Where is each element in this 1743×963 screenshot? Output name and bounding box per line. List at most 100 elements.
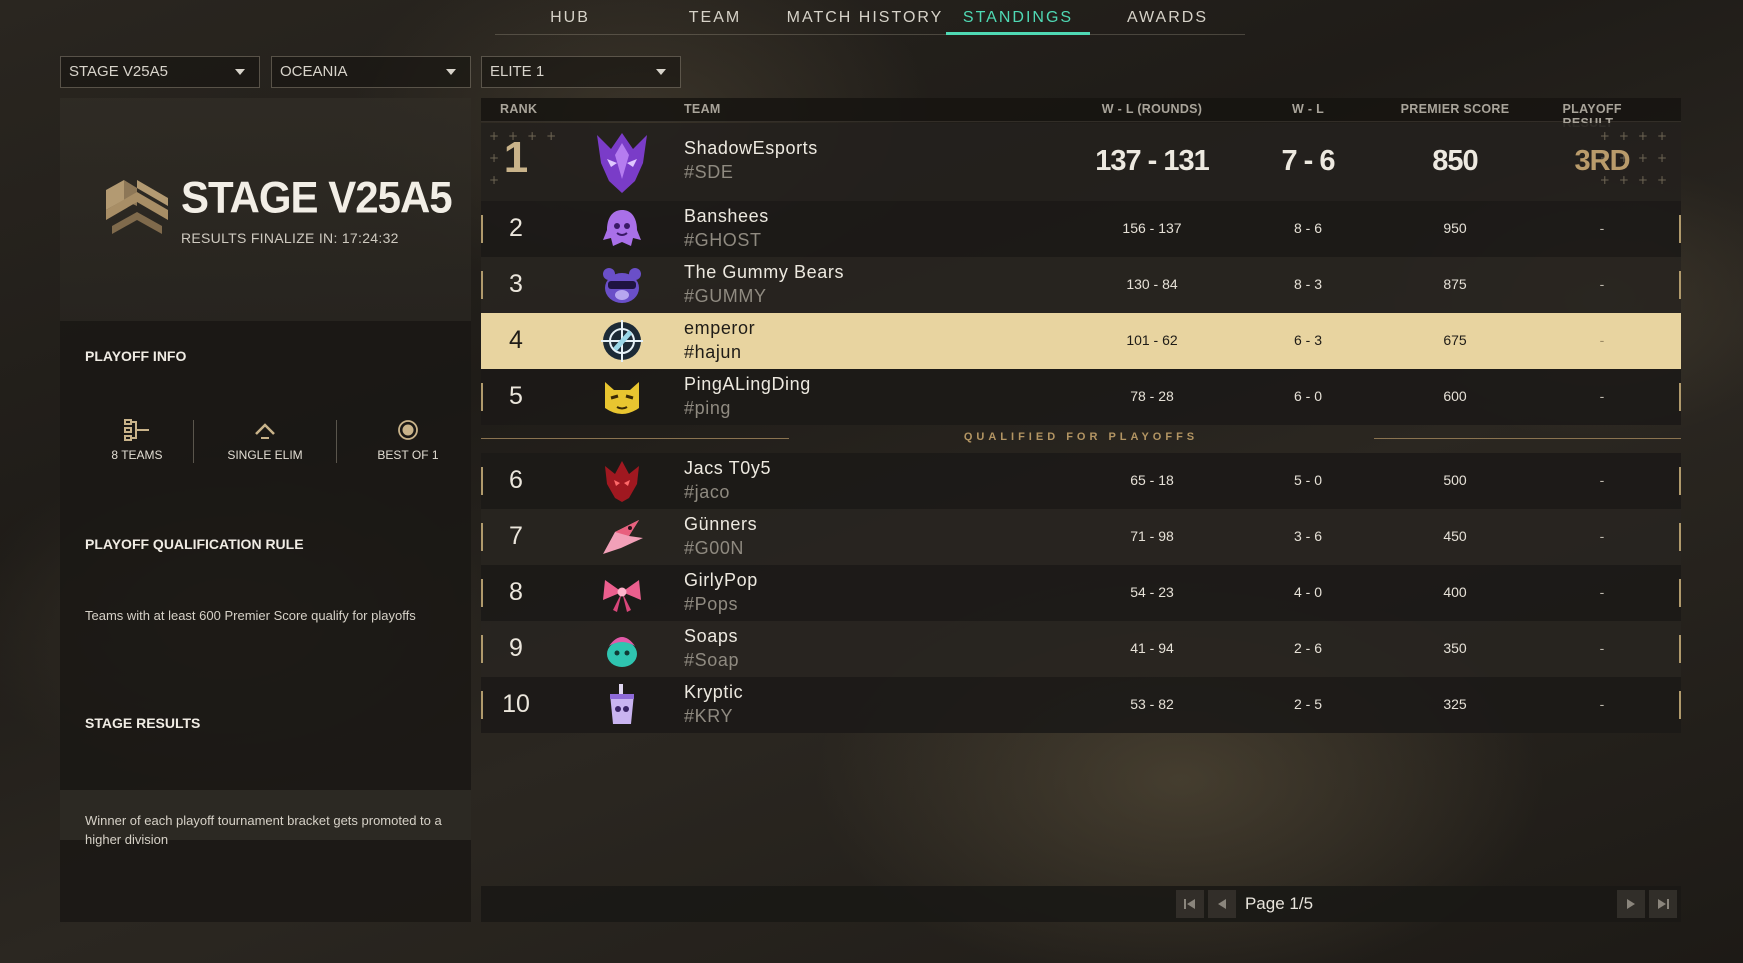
playoff-result: 3RD — [1574, 145, 1630, 177]
playoff-best-of-label: BEST OF 1 — [377, 448, 439, 462]
last-page-button[interactable] — [1649, 890, 1677, 918]
rank: 6 — [509, 466, 523, 494]
row-accent — [481, 579, 483, 607]
team-name: Jacs T0y5 — [684, 458, 772, 478]
team-tag: #GHOST — [684, 230, 762, 250]
bracket-icon — [124, 419, 149, 441]
stage-rank-icon — [106, 180, 168, 234]
row-accent — [481, 215, 483, 243]
tab-awards[interactable]: AWARDS — [1090, 0, 1245, 35]
qualification-rule-text: Teams with at least 600 Premier Score qu… — [85, 608, 416, 623]
page-indicator: Page 1/5 — [1244, 894, 1314, 913]
playoff-result: - — [1599, 528, 1605, 544]
wl: 3 - 6 — [1293, 528, 1323, 544]
playoff-result: - — [1599, 584, 1605, 600]
wl: 5 - 0 — [1293, 472, 1323, 488]
chevron-down-icon — [446, 69, 456, 75]
purple-dragon-icon — [597, 133, 647, 193]
divider-line — [1374, 438, 1681, 439]
qualified-divider: QUALIFIED FOR PLAYOFFS — [481, 425, 1681, 452]
team-tag: #Soap — [684, 650, 740, 670]
playoff-result: - — [1599, 276, 1605, 292]
table-row-current-team[interactable]: 4 emperor #hajun 101 - 62 6 - 3 675 - — [481, 313, 1681, 369]
playoff-best-of: BEST OF 1 — [343, 419, 473, 462]
purple-ghost-icon — [603, 210, 641, 246]
playoff-info-title: PLAYOFF INFO — [85, 348, 187, 364]
teal-creature-icon — [607, 637, 637, 667]
tab-standings[interactable]: STANDINGS — [946, 0, 1090, 35]
divider — [336, 420, 337, 463]
table-row[interactable]: 9 Soaps #Soap 41 - 94 2 - 6 350 - — [481, 621, 1681, 677]
tab-team[interactable]: TEAM — [645, 0, 785, 35]
first-page-button[interactable] — [1176, 890, 1204, 918]
team-tag: #Pops — [684, 594, 739, 614]
wl-rounds: 71 - 98 — [1130, 528, 1174, 544]
region-select[interactable]: OCEANIA — [271, 56, 471, 88]
prev-page-button[interactable] — [1208, 890, 1236, 918]
stage-select[interactable]: STAGE V25A5 — [60, 56, 260, 88]
table-row[interactable]: 3 The Gummy Bears #GUMMY 130 - 84 8 - 3 … — [481, 257, 1681, 313]
next-page-button[interactable] — [1617, 890, 1645, 918]
row-accent — [1679, 215, 1681, 243]
header-premier-score: PREMIER SCORE — [1400, 102, 1510, 116]
last-page-icon — [1658, 899, 1669, 909]
info-panel: PLAYOFF INFO 8 TEAMS SINGLE ELIM BEST OF… — [60, 321, 471, 922]
wl: 6 - 0 — [1293, 388, 1323, 404]
tab-hub[interactable]: HUB — [495, 0, 645, 35]
team-tag: #SDE — [684, 162, 734, 182]
row-accent — [481, 383, 483, 411]
row-accent — [481, 691, 483, 719]
team-name: Soaps — [684, 626, 739, 646]
row-accent — [1679, 467, 1681, 495]
header-team: TEAM — [684, 102, 721, 116]
table-row[interactable]: 7 Günners #G00N 71 - 98 3 - 6 450 - — [481, 509, 1681, 565]
team-name: The Gummy Bears — [684, 262, 845, 282]
wl: 4 - 0 — [1293, 584, 1323, 600]
header-wl: W - L — [1291, 102, 1325, 116]
table-row[interactable]: 10 Kryptic #KRY 53 - 82 2 - 5 325 - — [481, 677, 1681, 733]
row-accent — [481, 523, 483, 551]
wl-rounds: 156 - 137 — [1122, 220, 1182, 236]
premier-score: 600 — [1443, 388, 1467, 404]
table-row[interactable]: 6 Jacs T0y5 #jaco 65 - 18 5 - 0 500 - — [481, 453, 1681, 509]
wl-rounds: 54 - 23 — [1130, 584, 1174, 600]
crosshair-emblem-icon — [601, 320, 643, 362]
target-circle-icon — [398, 420, 418, 440]
rank: 8 — [509, 578, 523, 606]
premier-score: 875 — [1443, 276, 1467, 292]
playoff-result: - — [1599, 696, 1605, 712]
top-nav: HUB TEAM MATCH HISTORY STANDINGS AWARDS — [495, 0, 1245, 35]
table-row[interactable]: ++++ + + ++++ ++++ ++++ 1 ShadowEsports #SDE… — [481, 123, 1681, 201]
row-accent — [1679, 579, 1681, 607]
tab-match-history[interactable]: MATCH HISTORY — [785, 0, 945, 35]
row-accent — [481, 271, 483, 299]
wl-rounds: 41 - 94 — [1130, 640, 1174, 656]
wl-rounds: 53 - 82 — [1130, 696, 1174, 712]
premier-score: 850 — [1432, 145, 1478, 177]
rank: 7 — [509, 522, 523, 550]
team-tag: #G00N — [684, 538, 745, 558]
playoff-result: - — [1599, 388, 1605, 404]
premier-score: 400 — [1443, 584, 1467, 600]
rank: 4 — [509, 326, 523, 354]
team-name: emperor — [684, 318, 756, 338]
team-tag: #jaco — [684, 482, 731, 502]
premier-score: 350 — [1443, 640, 1467, 656]
wl-rounds: 65 - 18 — [1130, 472, 1174, 488]
table-row[interactable]: 5 PingALingDing #ping 78 - 28 6 - 0 600 … — [481, 369, 1681, 425]
rank: 1 — [503, 133, 529, 182]
table-row[interactable]: 8 GirlyPop #Pops 54 - 23 4 - 0 400 - — [481, 565, 1681, 621]
bear-icon — [603, 268, 641, 303]
table-row[interactable]: 2 Banshees #GHOST 156 - 137 8 - 6 950 - — [481, 201, 1681, 257]
header-wl-rounds: W - L (ROUNDS) — [1101, 102, 1203, 116]
results-countdown: RESULTS FINALIZE IN: 17:24:32 — [181, 230, 399, 246]
division-select[interactable]: ELITE 1 — [481, 56, 681, 88]
playoff-result: - — [1599, 220, 1605, 236]
premier-score: 500 — [1443, 472, 1467, 488]
playoff-result: - — [1599, 640, 1605, 656]
team-name: Banshees — [684, 206, 769, 226]
row-accent — [1679, 383, 1681, 411]
stage-card: STAGE V25A5 RESULTS FINALIZE IN: 17:24:3… — [60, 98, 471, 321]
rank: 10 — [502, 690, 530, 718]
row-accent — [1679, 271, 1681, 299]
